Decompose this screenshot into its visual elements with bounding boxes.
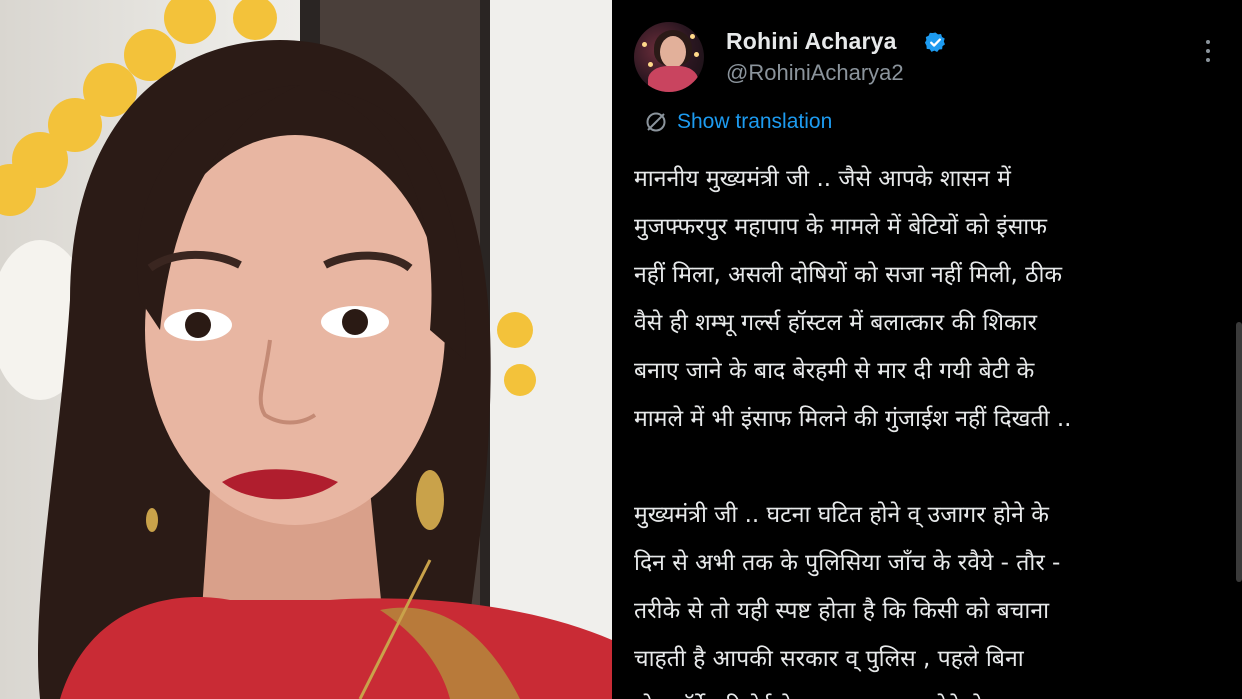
author-avatar[interactable] xyxy=(634,22,704,92)
tweet-line: मामले में भी इंसाफ मिलने की गुंजाईश नहीं… xyxy=(634,406,1072,432)
tweet-line: मुख्यमंत्री जी .. घटना घटित होने व् उजाग… xyxy=(634,502,1049,528)
profile-photo xyxy=(0,0,612,699)
scrollbar[interactable] xyxy=(1236,322,1242,582)
tweet-line: वैसे ही शम्भू गर्ल्स हॉस्टल में बलात्कार… xyxy=(634,310,1038,336)
show-translation-button[interactable]: Show translation xyxy=(644,110,832,134)
tweet-line: नहीं मिला, असली दोषियों को सजा नहीं मिली… xyxy=(634,262,1063,288)
tweet-line: बनाए जाने के बाद बेरहमी से मार दी गयी बे… xyxy=(634,358,1035,384)
tweet-line: दिन से अभी तक के पुलिसिया जाँच के रवैये … xyxy=(634,550,1061,576)
translate-globe-icon xyxy=(646,112,666,132)
tweet-body: माननीय मुख्यमंत्री जी .. जैसे आपके शासन … xyxy=(634,155,1234,699)
more-options-icon[interactable] xyxy=(1204,40,1212,66)
author-display-name[interactable]: Rohini Acharya xyxy=(726,28,897,55)
tweet-line: माननीय मुख्यमंत्री जी .. जैसे आपके शासन … xyxy=(634,166,1011,192)
author-handle[interactable]: @RohiniAcharya2 xyxy=(726,60,904,86)
show-translation-label: Show translation xyxy=(677,110,833,133)
tweet-paragraph: मुख्यमंत्री जी .. घटना घटित होने व् उजाग… xyxy=(634,491,1234,699)
tweet-paragraph: माननीय मुख्यमंत्री जी .. जैसे आपके शासन … xyxy=(634,155,1234,443)
tweet-line: तरीके से तो यही स्पष्ट होता है कि किसी क… xyxy=(634,598,1050,624)
woman-portrait-image xyxy=(0,0,612,699)
verified-badge-icon xyxy=(924,32,945,52)
tweet-line: मुजफ्फरपुर महापाप के मामले में बेटियों क… xyxy=(634,214,1047,240)
tweet-line: पोस्टमॉर्टेम रिपोर्ट के आए बलात्कार होने… xyxy=(634,683,1234,699)
tweet-line: चाहती है आपकी सरकार व् पुलिस , पहले बिना xyxy=(634,646,1024,672)
tweet-card: Rohini Acharya @RohiniAcharya2 Show tran… xyxy=(612,0,1242,699)
